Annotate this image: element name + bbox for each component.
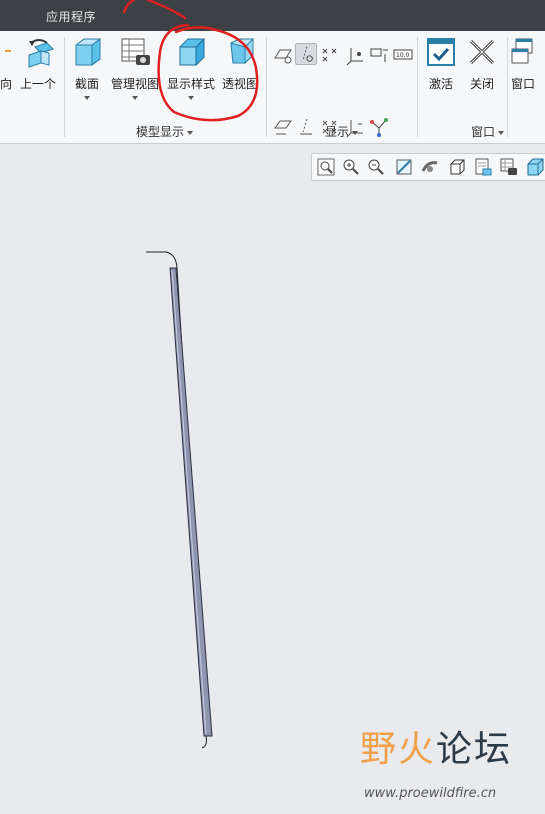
ribbon: 向 上一个 截面 管理视图 显示样式 透视图 模型显示 10.0 显示 激活 关… <box>0 31 545 144</box>
display-style-label: 显示样式 <box>166 77 215 91</box>
chevron-down-icon <box>352 130 359 135</box>
svg-text:10.0: 10.0 <box>396 52 410 59</box>
section-icon <box>75 38 101 66</box>
activate-window-icon <box>427 38 455 66</box>
watermark-title: 野火论坛 <box>360 720 512 772</box>
chevron-down-icon[interactable] <box>84 96 90 100</box>
chevron-down-icon[interactable] <box>132 96 138 100</box>
chevron-down-icon[interactable] <box>188 96 194 100</box>
plane-tag-icon[interactable] <box>272 116 294 138</box>
saved-orientation-icon[interactable] <box>447 157 467 177</box>
display-style-icon <box>179 37 205 67</box>
ribbon-tab-bar: 应用程序 <box>0 0 545 31</box>
chevron-down-icon <box>498 130 505 135</box>
manage-views-icon <box>121 38 150 65</box>
close-window-label: 关闭 <box>469 77 494 91</box>
spin-center-display-icon[interactable] <box>368 116 390 138</box>
tab-applications[interactable]: 应用程序 <box>46 8 96 25</box>
show-group-text: 显示 <box>325 125 350 139</box>
view-toolbar <box>311 153 545 181</box>
section-label: 截面 <box>74 77 99 91</box>
watermark: 野火论坛 www.proewildfire.cn <box>360 720 545 810</box>
window-icon <box>511 38 533 64</box>
window-group-text: 窗口 <box>471 125 496 139</box>
model-display-group-label[interactable]: 模型显示 <box>136 123 194 140</box>
manage-views-label: 管理视图 <box>110 77 159 91</box>
spin-center-icon[interactable] <box>420 157 440 177</box>
annotation-display-icon[interactable] <box>368 44 390 66</box>
zoom-fit-icon[interactable] <box>316 157 336 177</box>
section-button[interactable]: 截面 <box>61 35 113 115</box>
orientation-icon <box>5 50 11 52</box>
perspective-button[interactable]: 透视图 <box>214 35 266 115</box>
display-style-button[interactable]: 显示样式 <box>165 35 217 115</box>
point-display-icon[interactable] <box>320 44 342 66</box>
model-sheet-edge <box>146 251 213 749</box>
close-icon <box>469 39 495 65</box>
show-group-label[interactable]: 显示 <box>325 123 359 140</box>
zoom-in-icon[interactable] <box>341 157 361 177</box>
perspective-label: 透视图 <box>221 77 258 91</box>
zoom-out-icon[interactable] <box>366 157 386 177</box>
window-label: 窗口 <box>511 77 536 91</box>
group-separator <box>266 37 267 137</box>
watermark-title-part1: 野火 <box>360 729 437 770</box>
previous-view-label: 上一个 <box>19 77 56 91</box>
previous-view-icon <box>28 39 54 68</box>
display-style-toolbar-icon[interactable] <box>525 157 545 177</box>
previous-view-button[interactable]: 上一个 <box>12 35 64 115</box>
repaint-icon[interactable] <box>394 157 414 177</box>
watermark-title-part2: 论坛 <box>436 729 513 770</box>
window-group-label[interactable]: 窗口 <box>471 123 505 140</box>
named-views-icon[interactable] <box>473 157 493 177</box>
view-manager-icon[interactable] <box>499 157 519 177</box>
dimension-display-icon[interactable]: 10.0 <box>392 44 414 66</box>
model-display-group-text: 模型显示 <box>136 125 185 139</box>
manage-views-button[interactable]: 管理视图 <box>108 35 162 115</box>
perspective-icon <box>230 37 254 65</box>
close-window-button[interactable]: 关闭 <box>456 35 508 115</box>
chevron-down-icon <box>187 130 194 135</box>
graphics-area[interactable] <box>0 144 545 811</box>
axis-display-icon[interactable] <box>295 43 317 65</box>
window-button[interactable]: 窗口 <box>505 35 545 115</box>
watermark-url: www.proewildfire.cn <box>364 786 497 801</box>
csys-display-icon[interactable] <box>344 44 366 66</box>
plane-display-icon[interactable] <box>272 44 294 66</box>
axis-tag-icon[interactable] <box>296 116 318 138</box>
